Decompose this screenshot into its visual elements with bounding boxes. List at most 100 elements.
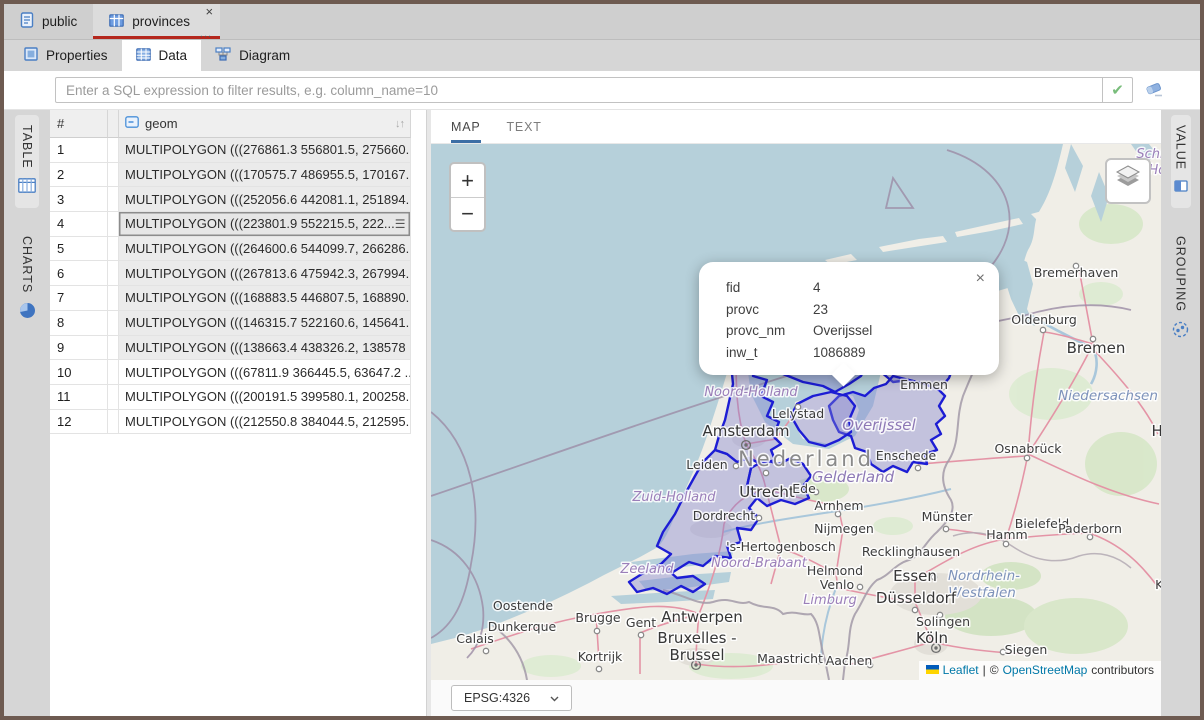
table-row[interactable]: 1 MULTIPOLYGON (((276861.3 556801.5, 2756… [50,138,426,163]
popup-row: fid4 [726,277,979,299]
row-number-cell[interactable]: 10 [50,360,108,385]
geom-cell[interactable]: MULTIPOLYGON (((138663.4 438326.2, 13857… [119,336,411,361]
table-icon [109,14,124,30]
popup-close-icon[interactable]: × [976,272,985,286]
town-dot [943,526,948,531]
popup-key: fid [726,277,813,299]
properties-icon [24,47,38,64]
tab-properties[interactable]: Properties [10,40,122,71]
map-label: Siegen [1005,642,1048,657]
row-number-cell[interactable]: 6 [50,261,108,286]
table-row[interactable]: 5 MULTIPOLYGON (((264600.6 544099.7, 2662… [50,237,426,262]
map-label: Enschede [876,448,937,463]
table-row[interactable]: 4 MULTIPOLYGON (((223801.9 552215.5, 222.… [50,212,426,237]
ukraine-flag-icon [926,663,939,677]
geom-cell[interactable]: MULTIPOLYGON (((276861.3 556801.5, 27566… [119,138,411,163]
popup-row: provc23 [726,299,979,321]
row-number-cell[interactable]: 9 [50,336,108,361]
rail-tab-grouping[interactable]: GROUPING [1169,226,1192,353]
geom-cell[interactable]: MULTIPOLYGON (((252056.6 442081.1, 25189… [119,187,411,212]
tab-text[interactable]: TEXT [507,110,542,143]
map-label: Paderborn [1058,521,1122,536]
sql-filter-input[interactable] [55,77,1103,103]
eraser-icon [1144,78,1164,103]
table-row[interactable]: 10 MULTIPOLYGON (((67811.9 366445.5, 6364… [50,360,426,385]
crs-select[interactable]: EPSG:4326 [451,685,572,711]
town-dot [596,666,601,671]
table-row[interactable]: 12 MULTIPOLYGON (((212550.8 384044.5, 212… [50,410,426,435]
pie-chart-icon [19,302,36,324]
table-row[interactable]: 3 MULTIPOLYGON (((252056.6 442081.1, 2518… [50,187,426,212]
rail-tab-table[interactable]: TABLE [15,115,39,208]
feature-popup: fid4 provc23 provc_nmOverijssel inw_t108… [699,262,999,375]
tab-provinces[interactable]: provinces × ... [93,4,220,39]
geom-cell[interactable]: MULTIPOLYGON (((212550.8 384044.5, 21259… [119,410,411,435]
apply-filter-button[interactable]: ✔ [1103,77,1133,103]
rail-label: TABLE [20,125,34,169]
map-label: Limburg [803,593,857,608]
geom-cell[interactable]: MULTIPOLYGON (((168883.5 446807.5, 16889… [119,286,411,311]
row-number-cell[interactable]: 8 [50,311,108,336]
map-label: Bremen [1067,339,1126,357]
geom-cell[interactable]: MULTIPOLYGON (((67811.9 366445.5, 63647.… [119,360,411,385]
map-label: Bremerhaven [1034,265,1119,280]
table-row[interactable]: 11 MULTIPOLYGON (((200191.5 399580.1, 200… [50,385,426,410]
row-number-cell[interactable]: 2 [50,163,108,188]
map-label: Amsterdam [702,422,789,440]
document-icon [20,12,34,31]
result-grid-panel: # geom ↓↑ 1 MULTIPOLYGON (((276861.3 5568… [50,110,426,716]
sort-icon[interactable]: ↓↑ [395,118,404,130]
row-number-cell[interactable]: 3 [50,187,108,212]
osm-link[interactable]: OpenStreetMap [1003,663,1088,677]
column-header-number[interactable]: # [50,110,108,138]
grid-body: 1 MULTIPOLYGON (((276861.3 556801.5, 2756… [50,138,426,716]
tab-data[interactable]: Data [122,40,202,71]
row-number-cell[interactable]: 11 [50,385,108,410]
geom-cell[interactable]: MULTIPOLYGON (((200191.5 399580.1, 20025… [119,385,411,410]
rail-label: GROUPING [1174,236,1188,312]
zoom-out-button[interactable]: − [451,197,484,230]
row-number-cell[interactable]: 4 [50,212,108,237]
tab-public[interactable]: public [4,4,93,39]
rail-tab-charts[interactable]: CHARTS [16,226,39,334]
layers-control[interactable] [1105,158,1151,204]
column-header-geom[interactable]: geom ↓↑ [119,110,411,138]
map-label: Düsseldorf [876,589,957,607]
geom-cell[interactable]: MULTIPOLYGON (((170575.7 486955.5, 17016… [119,163,411,188]
map-label: Essen [893,567,937,585]
popup-value: 23 [813,299,828,321]
tab-map[interactable]: MAP [451,110,481,143]
row-number-cell[interactable]: 1 [50,138,108,163]
map-label: Noord-Brabant [711,556,808,571]
town-dot [857,584,862,589]
clear-filter-button[interactable] [1144,78,1164,103]
popup-row: inw_t1086889 [726,342,979,364]
grouping-icon [1172,321,1189,343]
row-number-cell[interactable]: 7 [50,286,108,311]
row-number-cell[interactable]: 12 [50,410,108,435]
tab-label: Data [159,48,188,63]
zoom-in-button[interactable]: + [451,164,484,197]
tab-overflow-dots[interactable]: ... [200,29,212,39]
table-row[interactable]: 9 MULTIPOLYGON (((138663.4 438326.2, 1385… [50,336,426,361]
geom-cell[interactable]: MULTIPOLYGON (((264600.6 544099.7, 26628… [119,237,411,262]
row-number-cell[interactable]: 5 [50,237,108,262]
leaflet-map[interactable]: Schleswig-HolsteinBremerhavenOldenburgBr… [431,144,1161,680]
town-dot [1040,327,1045,332]
geom-cell[interactable]: MULTIPOLYGON (((267813.6 475942.3, 26799… [119,261,411,286]
table-row[interactable]: 7 MULTIPOLYGON (((168883.5 446807.5, 1688… [50,286,426,311]
row-spacer-cell [108,138,119,163]
tab-diagram[interactable]: Diagram [201,40,304,71]
map-label: Köln [916,629,948,647]
rail-tab-value[interactable]: VALUE [1171,115,1191,208]
basemap-svg: Schleswig-HolsteinBremerhavenOldenburgBr… [431,144,1161,680]
table-row[interactable]: 2 MULTIPOLYGON (((170575.7 486955.5, 1701… [50,163,426,188]
table-row[interactable]: 8 MULTIPOLYGON (((146315.7 522160.6, 1456… [50,311,426,336]
table-row[interactable]: 6 MULTIPOLYGON (((267813.6 475942.3, 2679… [50,261,426,286]
leaflet-link[interactable]: Leaflet [943,663,979,677]
map-label: Zeeland [620,562,675,577]
cell-menu-icon[interactable]: ☰ [395,217,406,231]
geom-cell[interactable]: MULTIPOLYGON (((146315.7 522160.6, 14564… [119,311,411,336]
close-icon[interactable]: × [205,6,213,18]
geom-cell[interactable]: MULTIPOLYGON (((223801.9 552215.5, 222..… [119,212,411,237]
